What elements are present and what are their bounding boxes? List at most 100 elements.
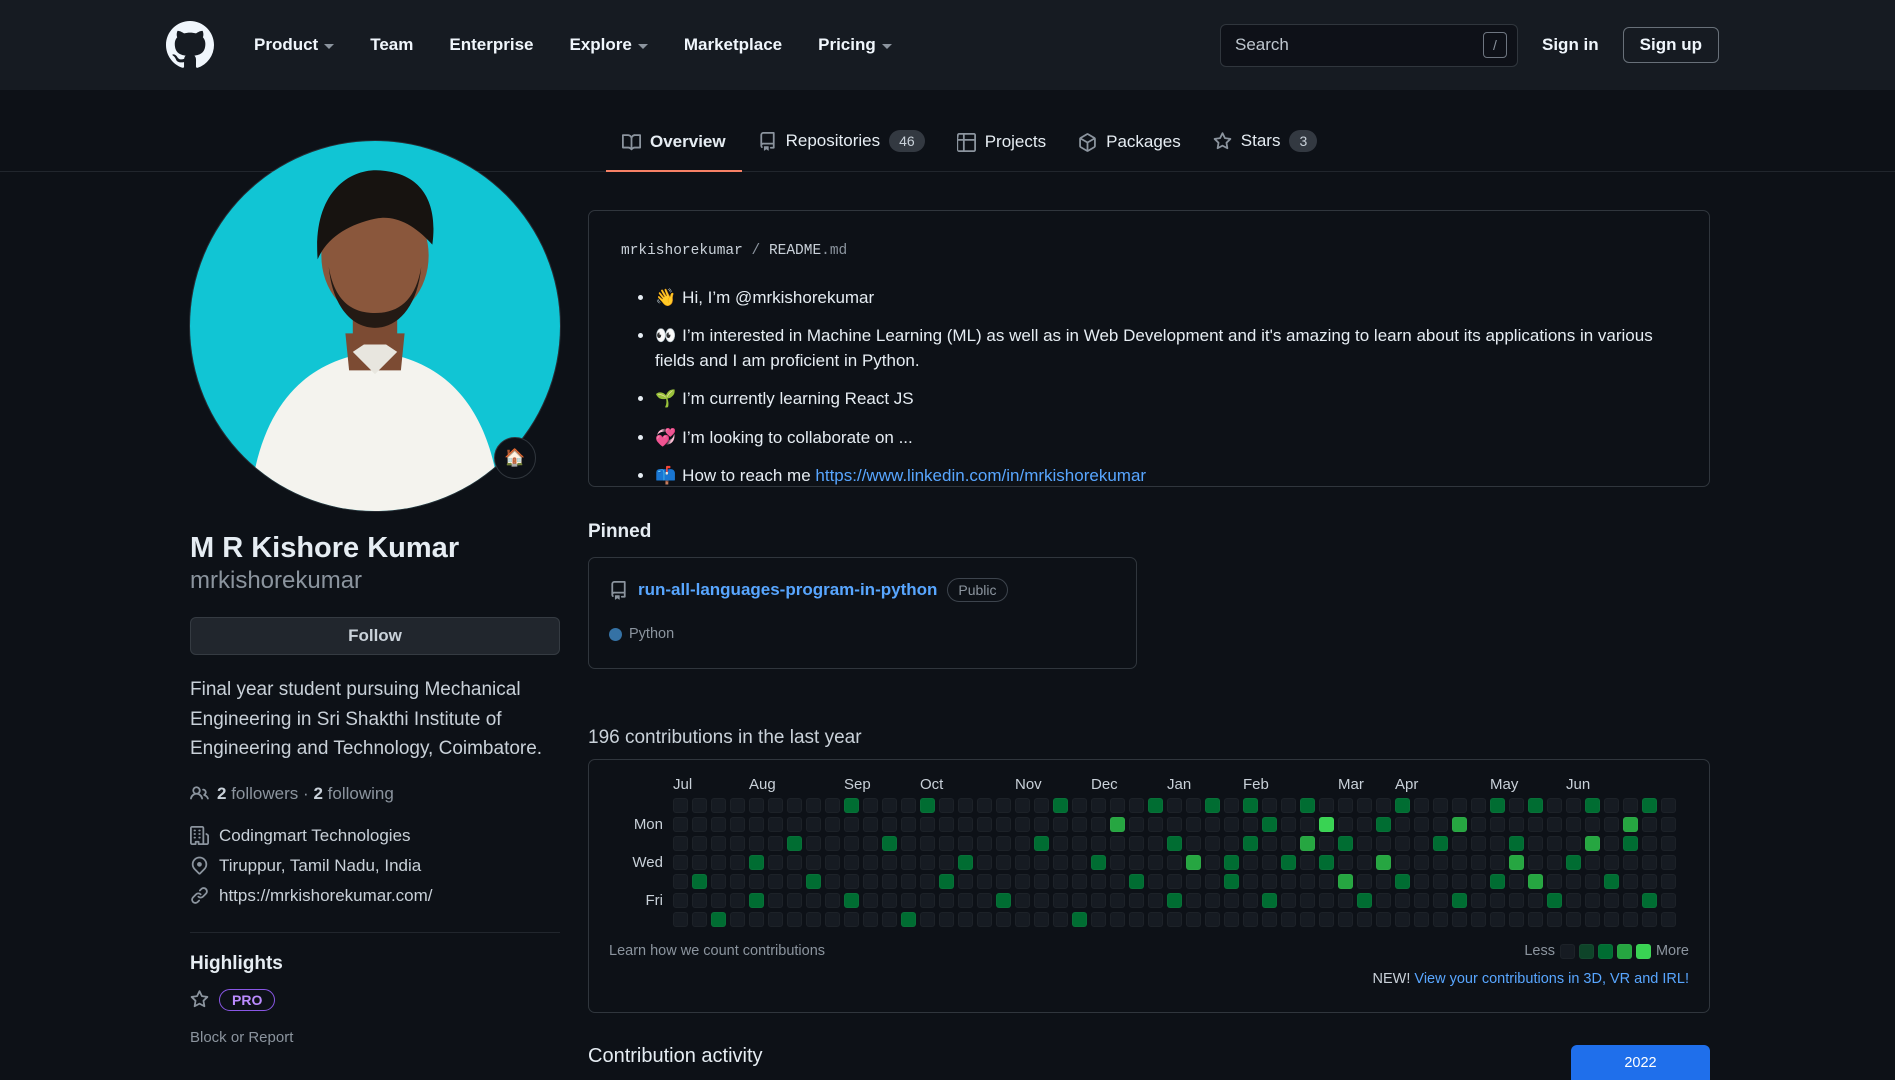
contribution-cell[interactable] bbox=[1091, 874, 1106, 889]
contribution-cell[interactable] bbox=[1243, 836, 1258, 851]
contribution-cell[interactable] bbox=[1072, 798, 1087, 813]
contribution-cell[interactable] bbox=[1053, 912, 1068, 927]
contribution-cell[interactable] bbox=[1547, 855, 1562, 870]
contribution-cell[interactable] bbox=[996, 855, 1011, 870]
contribution-cell[interactable] bbox=[1091, 912, 1106, 927]
contribution-cell[interactable] bbox=[1357, 817, 1372, 832]
contribution-cell[interactable] bbox=[1414, 912, 1429, 927]
contribution-cell[interactable] bbox=[1623, 798, 1638, 813]
contribution-cell[interactable] bbox=[1243, 912, 1258, 927]
contribution-cell[interactable] bbox=[673, 836, 688, 851]
contribution-cell[interactable] bbox=[1281, 893, 1296, 908]
contribution-cell[interactable] bbox=[1490, 855, 1505, 870]
contribution-cell[interactable] bbox=[1585, 798, 1600, 813]
contribution-cell[interactable] bbox=[901, 855, 916, 870]
contribution-cell[interactable] bbox=[1376, 836, 1391, 851]
contributions-3d-link[interactable]: View your contributions in 3D, VR and IR… bbox=[1414, 971, 1689, 987]
contribution-cell[interactable] bbox=[996, 836, 1011, 851]
contribution-cell[interactable] bbox=[1300, 817, 1315, 832]
contribution-cell[interactable] bbox=[692, 855, 707, 870]
contribution-cell[interactable] bbox=[1528, 874, 1543, 889]
contribution-cell[interactable] bbox=[730, 836, 745, 851]
contribution-cell[interactable] bbox=[1623, 912, 1638, 927]
search-box[interactable]: / bbox=[1220, 23, 1518, 67]
contribution-cell[interactable] bbox=[996, 817, 1011, 832]
follow-button[interactable]: Follow bbox=[190, 617, 560, 656]
contribution-cell[interactable] bbox=[1395, 855, 1410, 870]
contribution-cell[interactable] bbox=[1015, 874, 1030, 889]
contribution-cell[interactable] bbox=[1452, 817, 1467, 832]
contribution-cell[interactable] bbox=[1034, 836, 1049, 851]
contribution-cell[interactable] bbox=[1262, 893, 1277, 908]
contribution-cell[interactable] bbox=[1281, 912, 1296, 927]
contribution-cell[interactable] bbox=[1186, 817, 1201, 832]
contribution-cell[interactable] bbox=[673, 855, 688, 870]
contribution-cell[interactable] bbox=[1566, 893, 1581, 908]
contribution-cell[interactable] bbox=[1319, 912, 1334, 927]
contribution-cell[interactable] bbox=[1262, 817, 1277, 832]
contribution-cell[interactable] bbox=[1509, 798, 1524, 813]
contribution-cell[interactable] bbox=[1015, 912, 1030, 927]
contribution-cell[interactable] bbox=[844, 817, 859, 832]
contribution-cell[interactable] bbox=[1604, 912, 1619, 927]
contribution-cell[interactable] bbox=[730, 817, 745, 832]
contribution-cell[interactable] bbox=[958, 893, 973, 908]
contribution-cell[interactable] bbox=[1414, 874, 1429, 889]
contribution-cell[interactable] bbox=[1224, 874, 1239, 889]
contribution-cell[interactable] bbox=[1490, 798, 1505, 813]
contribution-cell[interactable] bbox=[1319, 817, 1334, 832]
contribution-cell[interactable] bbox=[1585, 912, 1600, 927]
contribution-cell[interactable] bbox=[692, 893, 707, 908]
contribution-cell[interactable] bbox=[863, 893, 878, 908]
contribution-cell[interactable] bbox=[939, 893, 954, 908]
contribution-cell[interactable] bbox=[825, 874, 840, 889]
contribution-cell[interactable] bbox=[768, 855, 783, 870]
nav-item-product[interactable]: Product bbox=[254, 35, 335, 55]
contribution-cell[interactable] bbox=[1338, 836, 1353, 851]
contribution-cell[interactable] bbox=[1433, 893, 1448, 908]
contribution-cell[interactable] bbox=[1623, 893, 1638, 908]
contribution-cell[interactable] bbox=[1224, 855, 1239, 870]
tab-packages[interactable]: Packages bbox=[1062, 118, 1197, 172]
contribution-cell[interactable] bbox=[882, 874, 897, 889]
contribution-cell[interactable] bbox=[1661, 798, 1676, 813]
contribution-cell[interactable] bbox=[1167, 836, 1182, 851]
contribution-cell[interactable] bbox=[1205, 893, 1220, 908]
contribution-cell[interactable] bbox=[806, 798, 821, 813]
contribution-cell[interactable] bbox=[1034, 912, 1049, 927]
contribution-cell[interactable] bbox=[673, 817, 688, 832]
contribution-cell[interactable] bbox=[1148, 798, 1163, 813]
contribution-cell[interactable] bbox=[768, 817, 783, 832]
contribution-cell[interactable] bbox=[1604, 836, 1619, 851]
contribution-cell[interactable] bbox=[1129, 874, 1144, 889]
contribution-cell[interactable] bbox=[749, 874, 764, 889]
contribution-cell[interactable] bbox=[1566, 798, 1581, 813]
contribution-cell[interactable] bbox=[1034, 874, 1049, 889]
contribution-cell[interactable] bbox=[1566, 836, 1581, 851]
contribution-cell[interactable] bbox=[711, 874, 726, 889]
contribution-cell[interactable] bbox=[1053, 836, 1068, 851]
contribution-cell[interactable] bbox=[692, 874, 707, 889]
contribution-cell[interactable] bbox=[787, 817, 802, 832]
contribution-cell[interactable] bbox=[901, 893, 916, 908]
contribution-cell[interactable] bbox=[1414, 855, 1429, 870]
contribution-cell[interactable] bbox=[1129, 855, 1144, 870]
block-or-report-link[interactable]: Block or Report bbox=[190, 1029, 560, 1046]
contribution-cell[interactable] bbox=[1623, 817, 1638, 832]
contribution-cell[interactable] bbox=[1167, 893, 1182, 908]
contribution-cell[interactable] bbox=[863, 912, 878, 927]
contribution-cell[interactable] bbox=[1091, 836, 1106, 851]
contribution-cell[interactable] bbox=[1528, 855, 1543, 870]
contribution-cell[interactable] bbox=[1224, 798, 1239, 813]
contribution-cell[interactable] bbox=[958, 855, 973, 870]
contribution-cell[interactable] bbox=[882, 836, 897, 851]
contribution-cell[interactable] bbox=[1053, 817, 1068, 832]
contribution-cell[interactable] bbox=[692, 798, 707, 813]
contribution-cell[interactable] bbox=[749, 855, 764, 870]
contribution-cell[interactable] bbox=[1167, 874, 1182, 889]
contribution-cell[interactable] bbox=[1471, 893, 1486, 908]
contribution-cell[interactable] bbox=[1528, 836, 1543, 851]
contribution-cell[interactable] bbox=[1300, 798, 1315, 813]
contribution-cell[interactable] bbox=[1661, 912, 1676, 927]
tab-overview[interactable]: Overview bbox=[606, 118, 742, 172]
